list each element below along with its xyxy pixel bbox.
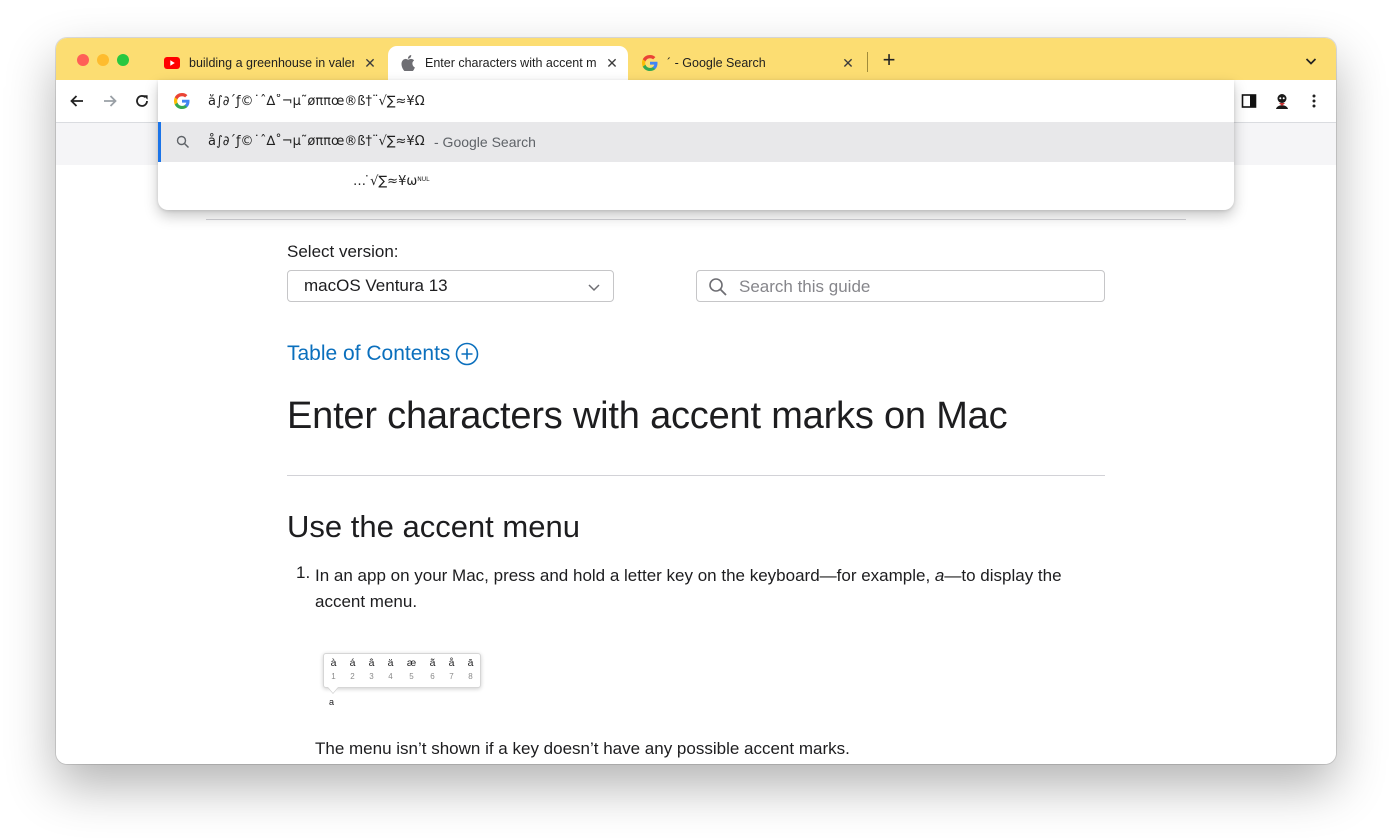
divider bbox=[287, 475, 1105, 476]
arrow-right-icon bbox=[104, 95, 117, 107]
new-tab-button[interactable]: + bbox=[878, 47, 900, 72]
close-window-button[interactable] bbox=[77, 54, 89, 66]
more-vert-icon bbox=[1312, 94, 1316, 108]
close-tab-icon[interactable]: ✕ bbox=[362, 55, 378, 71]
table-of-contents-label: Table of Contents bbox=[287, 342, 451, 365]
search-icon bbox=[709, 278, 727, 296]
step-text-emphasis: a bbox=[934, 566, 945, 585]
accent-menu-illustration: à1 á2 â3 ä4 æ5 ã6 å7 ā8 bbox=[323, 653, 481, 688]
address-input[interactable] bbox=[208, 91, 1108, 111]
tab-strip: building a greenhouse in valencia ✕ Ente… bbox=[56, 38, 1336, 80]
page-title: Enter characters with accent marks on Ma… bbox=[287, 395, 1008, 437]
step-text: In an app on your Mac, press and hold a … bbox=[315, 563, 1095, 615]
tab-youtube[interactable]: building a greenhouse in valencia ✕ bbox=[152, 46, 386, 80]
reload-button[interactable] bbox=[132, 91, 152, 111]
suggestion-text: … ̇√∑≈¥ωNUL bbox=[353, 174, 430, 189]
tab-separator bbox=[867, 52, 868, 72]
omnibox-dropdown: å∫∂´ƒ©˙ˆ∆˚¬µ˜øππœ®ß†¨√∑≈¥Ω - Google Sear… bbox=[158, 80, 1234, 210]
guide-search-box[interactable] bbox=[696, 270, 1105, 302]
version-select[interactable]: macOS Ventura 13 bbox=[287, 270, 614, 302]
tab-apple-support[interactable]: Enter characters with accent marks on Ma… bbox=[388, 46, 628, 80]
suggestion-suffix: - Google Search bbox=[434, 134, 536, 150]
side-panel-icon bbox=[1241, 94, 1257, 108]
accent-option: ā8 bbox=[467, 657, 474, 681]
step-text-before: In an app on your Mac, press and hold a … bbox=[315, 566, 935, 585]
accent-menu-pointer bbox=[328, 687, 338, 693]
step-number: 1. bbox=[296, 563, 311, 582]
google-icon bbox=[174, 93, 190, 109]
tab-title: building a greenhouse in valencia bbox=[189, 56, 354, 70]
omnibox-suggestion[interactable]: … ̇√∑≈¥ωNUL bbox=[158, 162, 1234, 202]
accent-option: ã6 bbox=[429, 657, 436, 681]
divider bbox=[206, 219, 1186, 220]
minimize-window-button[interactable] bbox=[97, 54, 109, 66]
browser-window: building a greenhouse in valencia ✕ Ente… bbox=[56, 38, 1336, 764]
selection-indicator bbox=[158, 122, 161, 162]
accent-option: á2 bbox=[349, 657, 356, 681]
tab-title: ´ - Google Search bbox=[667, 56, 766, 70]
close-tab-icon[interactable]: ✕ bbox=[604, 55, 620, 71]
address-bar[interactable] bbox=[158, 80, 1234, 122]
version-select-value: macOS Ventura 13 bbox=[304, 276, 448, 295]
table-of-contents-link[interactable]: Table of Contents bbox=[287, 342, 479, 366]
avatar-icon bbox=[1273, 92, 1291, 110]
youtube-icon bbox=[164, 55, 180, 71]
tab-search-chevron-icon[interactable] bbox=[1303, 53, 1319, 69]
tab-title: Enter characters with accent marks on Ma… bbox=[425, 56, 596, 70]
browser-menu-button[interactable] bbox=[1304, 91, 1324, 111]
chevron-down-icon bbox=[588, 284, 600, 292]
omnibox-suggestion[interactable]: å∫∂´ƒ©˙ˆ∆˚¬µ˜øππœ®ß†¨√∑≈¥Ω - Google Sear… bbox=[158, 122, 1234, 162]
suggestion-text: å∫∂´ƒ©˙ˆ∆˚¬µ˜øππœ®ß†¨√∑≈¥Ω bbox=[208, 134, 425, 149]
apple-icon bbox=[400, 55, 416, 71]
guide-search-input[interactable] bbox=[737, 275, 1081, 299]
accent-option: à1 bbox=[330, 657, 337, 681]
search-icon bbox=[176, 135, 190, 149]
plus-circle-icon bbox=[456, 342, 479, 366]
reload-icon bbox=[136, 95, 148, 107]
accent-option: â3 bbox=[368, 657, 375, 681]
zoom-window-button[interactable] bbox=[117, 54, 129, 66]
close-tab-icon[interactable]: ✕ bbox=[840, 55, 856, 71]
google-icon bbox=[642, 55, 658, 71]
note-text: The menu isn’t shown if a key doesn’t ha… bbox=[315, 739, 850, 758]
back-button[interactable] bbox=[67, 91, 87, 111]
profile-avatar[interactable] bbox=[1272, 91, 1292, 111]
select-version-label: Select version: bbox=[287, 242, 399, 261]
side-panel-button[interactable] bbox=[1239, 91, 1259, 111]
tab-google-search[interactable]: ´ - Google Search ✕ bbox=[630, 46, 864, 80]
accent-option: ä4 bbox=[387, 657, 394, 681]
accent-option: å7 bbox=[448, 657, 455, 681]
accent-option: æ5 bbox=[406, 657, 417, 681]
section-title: Use the accent menu bbox=[287, 509, 580, 544]
arrow-left-icon bbox=[70, 95, 83, 107]
page-content: Select version: macOS Ventura 13 Table o… bbox=[56, 123, 1336, 764]
forward-button[interactable] bbox=[100, 91, 120, 111]
accent-key-letter: a bbox=[329, 697, 335, 707]
